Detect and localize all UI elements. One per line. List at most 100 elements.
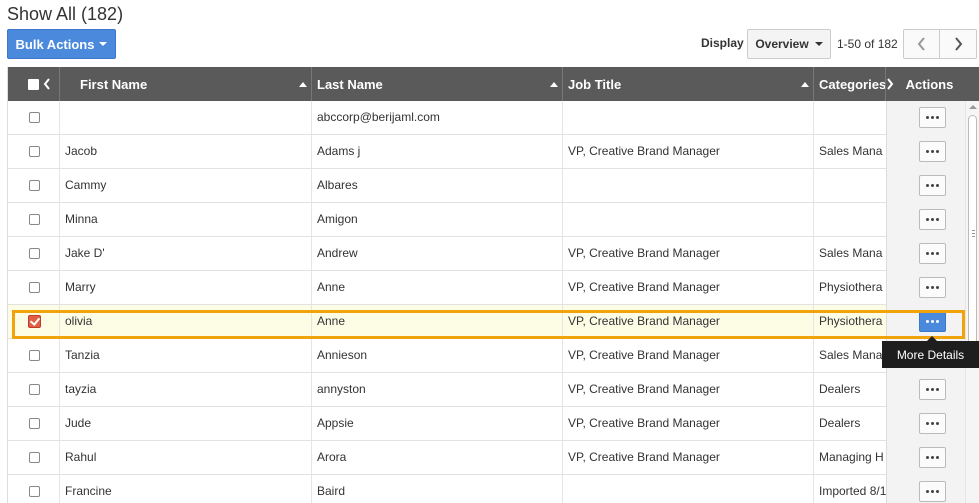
table-row[interactable]: Francine Baird Imported 8/1	[8, 475, 886, 503]
table-row[interactable]: Jacob Adams j VP, Creative Brand Manager Sa…	[8, 135, 886, 169]
first-name-cell: Tanzia	[60, 339, 312, 372]
first-name-cell: Cammy	[60, 169, 312, 202]
more-actions-button[interactable]	[919, 209, 946, 230]
row-select-cell	[8, 305, 60, 338]
more-actions-button[interactable]	[919, 311, 946, 332]
more-dots-icon	[931, 320, 934, 323]
more-actions-button[interactable]	[919, 175, 946, 196]
categories-cell: Sales Mana	[819, 246, 883, 260]
table-row[interactable]: tayzia annyston VP, Creative Brand Manager…	[8, 373, 886, 407]
more-actions-button[interactable]	[919, 141, 946, 162]
row-checkbox[interactable]	[28, 315, 41, 328]
more-details-tooltip: More Details	[882, 341, 979, 368]
table-row[interactable]: Jake D' Andrew VP, Creative Brand Manager S…	[8, 237, 886, 271]
row-checkbox[interactable]	[29, 248, 40, 259]
more-actions-button[interactable]	[919, 447, 946, 468]
row-checkbox[interactable]	[29, 282, 40, 293]
row-checkbox[interactable]	[29, 384, 40, 395]
more-actions-button[interactable]	[919, 481, 946, 502]
row-select-cell	[8, 203, 60, 236]
column-header-job-title[interactable]: Job Title	[563, 67, 814, 101]
more-dots-icon	[936, 320, 939, 323]
table-row[interactable]: Minna Amigon	[8, 203, 886, 237]
table-row[interactable]: Cammy Albares	[8, 169, 886, 203]
table-row[interactable]: Tanzia Annieson VP, Creative Brand Manager…	[8, 339, 886, 373]
more-dots-icon	[936, 286, 939, 289]
bulk-actions-button[interactable]: Bulk Actions	[7, 29, 116, 59]
row-select-cell	[8, 475, 60, 503]
table-row[interactable]: olivia Anne VP, Creative Brand Manager Phys…	[8, 305, 886, 339]
vertical-scrollbar[interactable]	[965, 101, 979, 503]
job-title-cell	[563, 101, 814, 134]
more-dots-icon	[936, 490, 939, 493]
more-actions-button[interactable]	[919, 413, 946, 434]
last-name-cell: Annieson	[312, 339, 563, 372]
more-dots-icon	[936, 388, 939, 391]
contacts-grid: First Name Last Name Job Title Categorie…	[7, 67, 979, 503]
table-row[interactable]: Jude Appsie VP, Creative Brand Manager Deal…	[8, 407, 886, 441]
chevron-left-icon[interactable]	[43, 78, 51, 90]
last-name-cell: Anne	[312, 271, 563, 304]
scroll-up-icon[interactable]	[969, 105, 977, 109]
more-dots-icon	[926, 218, 929, 221]
categories-cell: Dealers	[819, 416, 861, 430]
more-dots-icon	[936, 184, 939, 187]
more-dots-icon	[931, 184, 934, 187]
previous-page-button[interactable]	[903, 29, 940, 59]
more-dots-icon	[936, 456, 939, 459]
grid-header: First Name Last Name Job Title Categorie…	[8, 67, 979, 101]
last-name-cell: Adams j	[312, 135, 563, 168]
row-select-cell	[8, 135, 60, 168]
row-checkbox[interactable]	[29, 112, 40, 123]
column-header-actions: Actions	[894, 67, 965, 101]
last-name-cell: Arora	[312, 441, 563, 474]
display-select[interactable]: Overview	[747, 29, 831, 59]
job-title-cell: VP, Creative Brand Manager	[563, 271, 814, 304]
grip-line	[972, 233, 975, 234]
more-dots-icon	[931, 490, 934, 493]
row-checkbox[interactable]	[29, 180, 40, 191]
more-dots-icon	[926, 116, 929, 119]
last-name-cell: abccorp@berijaml.com	[312, 101, 563, 134]
more-actions-button[interactable]	[919, 379, 946, 400]
table-row[interactable]: Marry Anne VP, Creative Brand Manager Physi…	[8, 271, 886, 305]
row-checkbox[interactable]	[29, 486, 40, 497]
select-all-checkbox[interactable]	[28, 78, 39, 90]
job-title-cell: VP, Creative Brand Manager	[563, 339, 814, 372]
column-header-last-name[interactable]: Last Name	[312, 67, 563, 101]
row-checkbox[interactable]	[29, 214, 40, 225]
table-row[interactable]: Rahul Arora VP, Creative Brand Manager Mana…	[8, 441, 886, 475]
page-title: Show All (182)	[7, 4, 124, 24]
more-actions-button[interactable]	[919, 107, 946, 128]
scrollbar-thumb[interactable]	[968, 115, 977, 353]
bulk-actions-label: Bulk Actions	[15, 36, 95, 52]
next-page-button[interactable]	[940, 29, 977, 59]
column-header-categories-label: Categories	[819, 76, 886, 92]
row-checkbox[interactable]	[29, 350, 40, 361]
row-select-cell	[8, 407, 60, 440]
last-name-cell: Andrew	[312, 237, 563, 270]
more-actions-button[interactable]	[919, 277, 946, 298]
first-name-cell: Marry	[60, 271, 312, 304]
job-title-cell: VP, Creative Brand Manager	[563, 407, 814, 440]
chevron-left-icon	[917, 37, 925, 51]
row-select-cell	[8, 271, 60, 304]
categories-cell: Dealers	[819, 382, 861, 396]
row-checkbox[interactable]	[29, 146, 40, 157]
row-checkbox[interactable]	[29, 418, 40, 429]
more-dots-icon	[931, 286, 934, 289]
more-dots-icon	[936, 150, 939, 153]
more-actions-button[interactable]	[919, 243, 946, 264]
first-name-cell: tayzia	[60, 373, 312, 406]
more-dots-icon	[926, 490, 929, 493]
column-header-categories[interactable]: Categories	[814, 67, 886, 101]
column-header-last-name-label: Last Name	[317, 76, 383, 92]
chevron-right-icon[interactable]	[886, 78, 894, 90]
more-dots-icon	[926, 286, 929, 289]
row-checkbox[interactable]	[29, 452, 40, 463]
job-title-cell: VP, Creative Brand Manager	[563, 441, 814, 474]
table-row[interactable]: abccorp@berijaml.com	[8, 101, 886, 135]
actions-column	[886, 101, 966, 503]
column-header-first-name[interactable]: First Name	[60, 67, 312, 101]
more-dots-icon	[931, 116, 934, 119]
